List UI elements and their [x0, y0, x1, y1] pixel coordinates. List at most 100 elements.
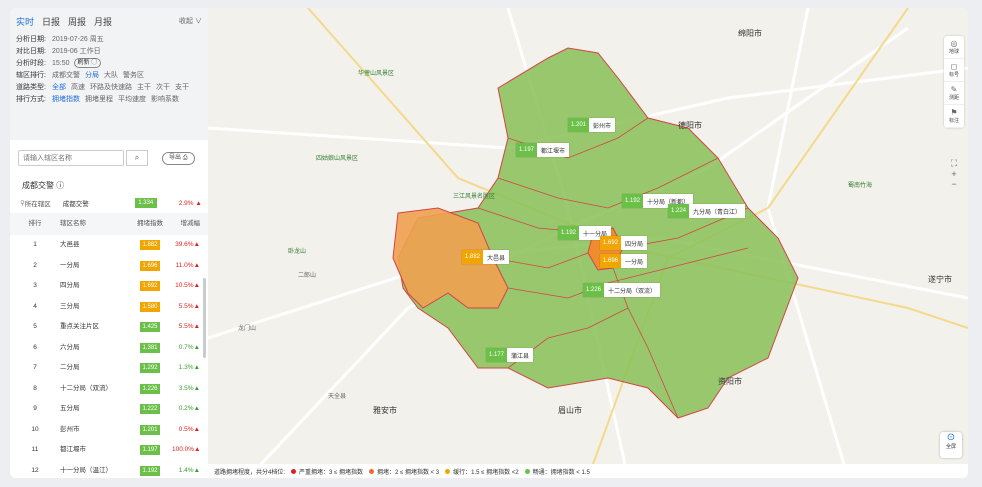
row-index: 1.882 [140, 240, 160, 250]
row-delta: 39.6%▲ [175, 241, 200, 248]
row-index: 1.381 [140, 342, 160, 353]
tab-monthly[interactable]: 月报 [94, 15, 112, 28]
table-row[interactable]: 10 彭州市 1.201 0.5%▲ [10, 420, 208, 441]
legend-dot-slow [445, 468, 451, 474]
table-row[interactable]: 5 重点关注片区 1.425 5.5%▲ [10, 317, 208, 338]
table-row[interactable]: 8 十二分局（双流） 1.226 3.5%▲ [10, 379, 208, 400]
place-meishan: 眉山市 [558, 406, 582, 415]
district-marker[interactable]: 1.692 四分局 [600, 236, 648, 250]
row-name: 一分局 [60, 261, 80, 269]
legend-dot-smooth [524, 468, 530, 474]
row-name: 十一分局（温江） [60, 466, 112, 474]
arrow-up-icon: ▲ [193, 241, 200, 248]
map-view[interactable]: 绵阳市 德阳市 遂宁市 资阳市 眉山市 雅安市 华蓥山风景区 四姑娘山风景区 三… [208, 8, 968, 478]
tab-weekly[interactable]: 周报 [68, 15, 86, 28]
table-row[interactable]: 7 二分局 1.292 1.3%▲ [10, 358, 208, 379]
refresh-button[interactable]: 刷新 ◯ [73, 58, 102, 68]
ranking-table: 1 大邑县 1.882 39.6%▲ 2 一分局 1.696 11.0%▲ 3 四分局 1.692 1… [10, 235, 208, 478]
tab-realtime[interactable]: 实时 [16, 15, 34, 28]
collapse-button[interactable]: 收起 ∨ [179, 16, 202, 26]
marker-label: 蒲江县 [511, 353, 530, 360]
row-index: 1.580 [140, 301, 160, 312]
fit-icon[interactable]: ⛶ [944, 158, 964, 169]
district-marker[interactable]: 1.226 十二分局（双流） [583, 283, 661, 297]
tool-globe[interactable]: ◎ 地球 [944, 36, 964, 59]
row-delta: 100.0%▲ [172, 446, 201, 453]
district-marker[interactable]: 1.197 都江堰市 [516, 143, 570, 157]
row-name: 十二分局（双流） [60, 384, 112, 392]
row-index: 1.197 [140, 445, 160, 455]
road-opt-ring[interactable]: 环路及快速路 [90, 82, 132, 94]
marker-index: 1.177 [486, 348, 508, 362]
tab-daily[interactable]: 日报 [42, 15, 60, 28]
sort-opt-impact[interactable]: 影响系数 [151, 94, 179, 106]
export-button[interactable]: 导出 ⎙ [162, 151, 195, 165]
district-opt-area[interactable]: 警务区 [123, 70, 144, 82]
sort-opt-index[interactable]: 拥堵指数 [52, 94, 80, 106]
search-input[interactable] [18, 150, 124, 166]
row-index: 1.696 [140, 260, 160, 271]
header-delta: 增减幅 [180, 220, 201, 227]
row-delta: 5.5%▲ [178, 323, 200, 330]
row-rank: 5 [33, 323, 37, 330]
place-erlang: 二郎山 [298, 273, 317, 279]
table-row[interactable]: 3 四分局 1.692 10.5%▲ [10, 276, 208, 297]
road-opt-branch[interactable]: 支干 [175, 82, 189, 94]
filter-panel: 实时 日报 周报 月报 收起 ∨ 分析日期: 2019-07-26 周五 对比日期… [10, 8, 208, 140]
district-marker[interactable]: 1.882 大邑县 [462, 250, 510, 264]
tool-mark[interactable]: ◻ 标号 [944, 59, 964, 82]
arrow-up-icon: ▲ [193, 364, 200, 371]
app-frame: 实时 日报 周报 月报 收起 ∨ 分析日期: 2019-07-26 周五 对比日期… [10, 8, 968, 478]
table-row[interactable]: 2 一分局 1.696 11.0%▲ [10, 256, 208, 277]
marker-index: 1.224 [668, 204, 690, 218]
district-opt-police[interactable]: 成都交警 [52, 70, 80, 82]
tool-annotate[interactable]: ⚑ 标注 [944, 105, 964, 128]
road-opt-all[interactable]: 全部 [52, 82, 66, 94]
current-region-row[interactable]: ⚲ 所在辖区 成都交警 1.334 2.9% ▲ [10, 195, 208, 211]
district-marker[interactable]: 1.177 蒲江县 [486, 348, 534, 362]
district-rank-label: 辖区排行: [16, 72, 46, 79]
district-marker[interactable]: 1.696 一分局 [600, 254, 648, 268]
marker-index: 1.882 [462, 250, 484, 264]
road-opt-highway[interactable]: 高速 [71, 82, 85, 94]
arrow-up-icon: ▲ [193, 343, 200, 351]
district-opt-branch[interactable]: 分局 [85, 70, 99, 82]
current-region-name: 成都交警 [62, 201, 89, 208]
sort-opt-speed[interactable]: 平均速度 [118, 94, 146, 106]
table-row[interactable]: 1 大邑县 1.882 39.6%▲ [10, 235, 208, 256]
fullscreen-button[interactable]: ⊙ 全屏 [940, 432, 962, 458]
zoom-out-icon[interactable]: − [944, 179, 964, 189]
place-mianyang: 绵阳市 [738, 29, 762, 38]
table-row[interactable]: 12 十一分局（温江） 1.192 1.4%▲ [10, 461, 208, 479]
district-marker[interactable]: 1.201 彭州市 [568, 118, 616, 132]
arrow-up-icon: ▲ [193, 302, 200, 310]
marker-label: 一分局 [625, 259, 644, 266]
table-row[interactable]: 11 都江堰市 1.197 100.0%▲ [10, 440, 208, 461]
row-rank: 2 [33, 261, 37, 269]
row-rank: 11 [31, 446, 39, 453]
row-delta: 1.3%▲ [178, 364, 200, 371]
table-row[interactable]: 4 三分局 1.580 5.5%▲ [10, 297, 208, 318]
road-opt-secondary[interactable]: 次干 [156, 82, 170, 94]
row-rank: 10 [31, 425, 39, 433]
scrollbar[interactable] [203, 278, 206, 358]
zoom-in-icon[interactable]: + [944, 169, 964, 179]
sort-label: 排行方式: [16, 96, 46, 103]
table-row[interactable]: 6 六分局 1.381 0.7%▲ [10, 338, 208, 359]
road-opt-main[interactable]: 主干 [137, 82, 151, 94]
district-marker[interactable]: 1.224 九分局（青白江） [668, 204, 746, 218]
place-suining: 遂宁市 [928, 275, 952, 284]
district-opt-brigade[interactable]: 大队 [104, 70, 118, 82]
compare-date[interactable]: 2019-06 工作日 [52, 46, 101, 58]
tool-measure[interactable]: ✎ 测距 [944, 82, 964, 105]
header-rank: 排行 [28, 220, 42, 227]
arrow-up-icon: ▲ [193, 466, 200, 474]
sort-opt-mileage[interactable]: 拥堵里程 [85, 94, 113, 106]
zoom-controls: ⛶ + − [944, 158, 964, 189]
search-button[interactable]: ⌕ [126, 150, 148, 166]
row-rank: 1 [33, 241, 37, 248]
marker-index: 1.192 [558, 226, 580, 240]
row-rank: 7 [33, 364, 37, 371]
analysis-date[interactable]: 2019-07-26 周五 [52, 34, 104, 46]
table-row[interactable]: 9 五分局 1.222 0.2%▲ [10, 399, 208, 420]
